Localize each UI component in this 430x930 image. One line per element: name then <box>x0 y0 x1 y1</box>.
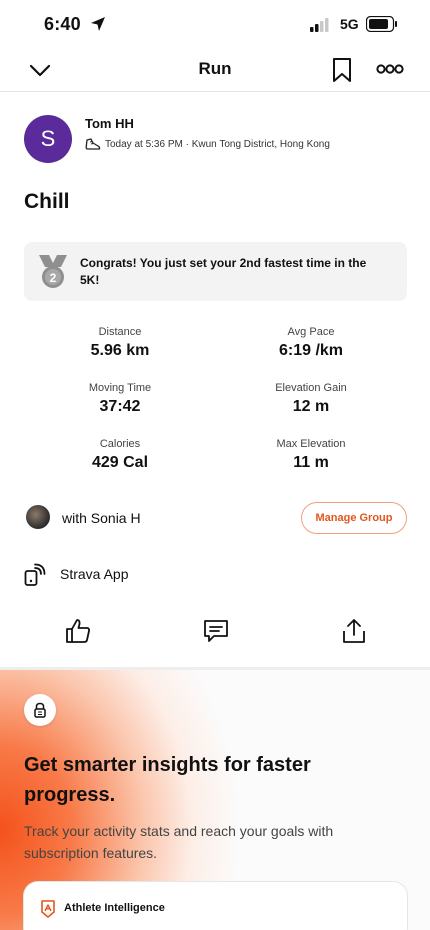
device-name: Strava App <box>60 566 129 582</box>
stat-label: Max Elevation <box>276 438 346 450</box>
stat-label: Moving Time <box>88 382 152 394</box>
bookmark-icon[interactable] <box>330 57 354 83</box>
thumbs-up-icon[interactable] <box>64 617 92 645</box>
promo-headline: Get smarter insights for faster progress… <box>24 754 311 806</box>
achievement-text: Congrats! You just set your 2nd fastest … <box>80 256 367 287</box>
achievement-banner[interactable]: 2 Congrats! You just set your 2nd fastes… <box>24 242 407 301</box>
status-time: 6:40 <box>44 14 81 34</box>
lock-icon <box>34 702 46 718</box>
share-icon[interactable] <box>340 617 368 645</box>
subscription-promo: Get smarter insights for faster progress… <box>0 670 430 930</box>
group-with-text[interactable]: with Sonia H <box>62 510 141 526</box>
page-title: Run <box>198 59 232 78</box>
signal-icon <box>310 18 329 32</box>
stat-elevation-gain: Elevation Gain 12 m <box>231 382 391 416</box>
athlete-name[interactable]: Tom HH <box>85 116 134 131</box>
shoe-icon <box>85 138 101 150</box>
network-label: 5G <box>340 16 359 32</box>
stat-label: Distance <box>98 326 142 338</box>
svg-text:2: 2 <box>50 271 57 285</box>
stat-value: 11 m <box>293 454 329 471</box>
stat-moving-time: Moving Time 37:42 <box>40 382 200 416</box>
stat-value: 429 Cal <box>91 454 149 471</box>
more-options-icon[interactable] <box>376 62 404 76</box>
stat-calories: Calories 429 Cal <box>40 438 200 472</box>
medal-icon: 2 <box>39 255 67 288</box>
stat-avg-pace: Avg Pace 6:19 /km <box>231 326 391 360</box>
activity-meta: Today at 5:36 PM · Kwun Tong District, H… <box>105 139 330 150</box>
athlete-intelligence-icon <box>41 900 55 918</box>
stat-label: Elevation Gain <box>275 382 347 394</box>
battery-icon <box>366 16 397 32</box>
stat-label: Avg Pace <box>287 326 335 338</box>
athlete-intelligence-title: Athlete Intelligence <box>64 902 165 914</box>
stat-max-elevation: Max Elevation 11 m <box>231 438 391 472</box>
stat-value: 5.96 km <box>90 342 150 359</box>
promo-body: Track your activity stats and reach your… <box>24 823 334 861</box>
location-arrow-icon <box>91 17 105 31</box>
lock-badge <box>24 694 56 726</box>
activity-title: Chill <box>24 190 70 213</box>
stat-value: 6:19 /km <box>278 342 344 359</box>
athlete-intelligence-card[interactable]: Athlete Intelligence <box>24 882 407 930</box>
comment-icon[interactable] <box>202 617 230 645</box>
stat-value: 12 m <box>292 398 330 415</box>
stat-label: Calories <box>99 438 141 450</box>
stat-value: 37:42 <box>99 398 141 415</box>
nav-bar: Run <box>0 48 430 92</box>
status-bar: 6:40 5G <box>0 0 430 48</box>
manage-group-button[interactable]: Manage Group <box>301 502 407 534</box>
stat-distance: Distance 5.96 km <box>40 326 200 360</box>
group-member-avatar[interactable] <box>26 505 50 529</box>
athlete-avatar[interactable]: S <box>24 115 72 163</box>
device-icon <box>24 563 46 586</box>
